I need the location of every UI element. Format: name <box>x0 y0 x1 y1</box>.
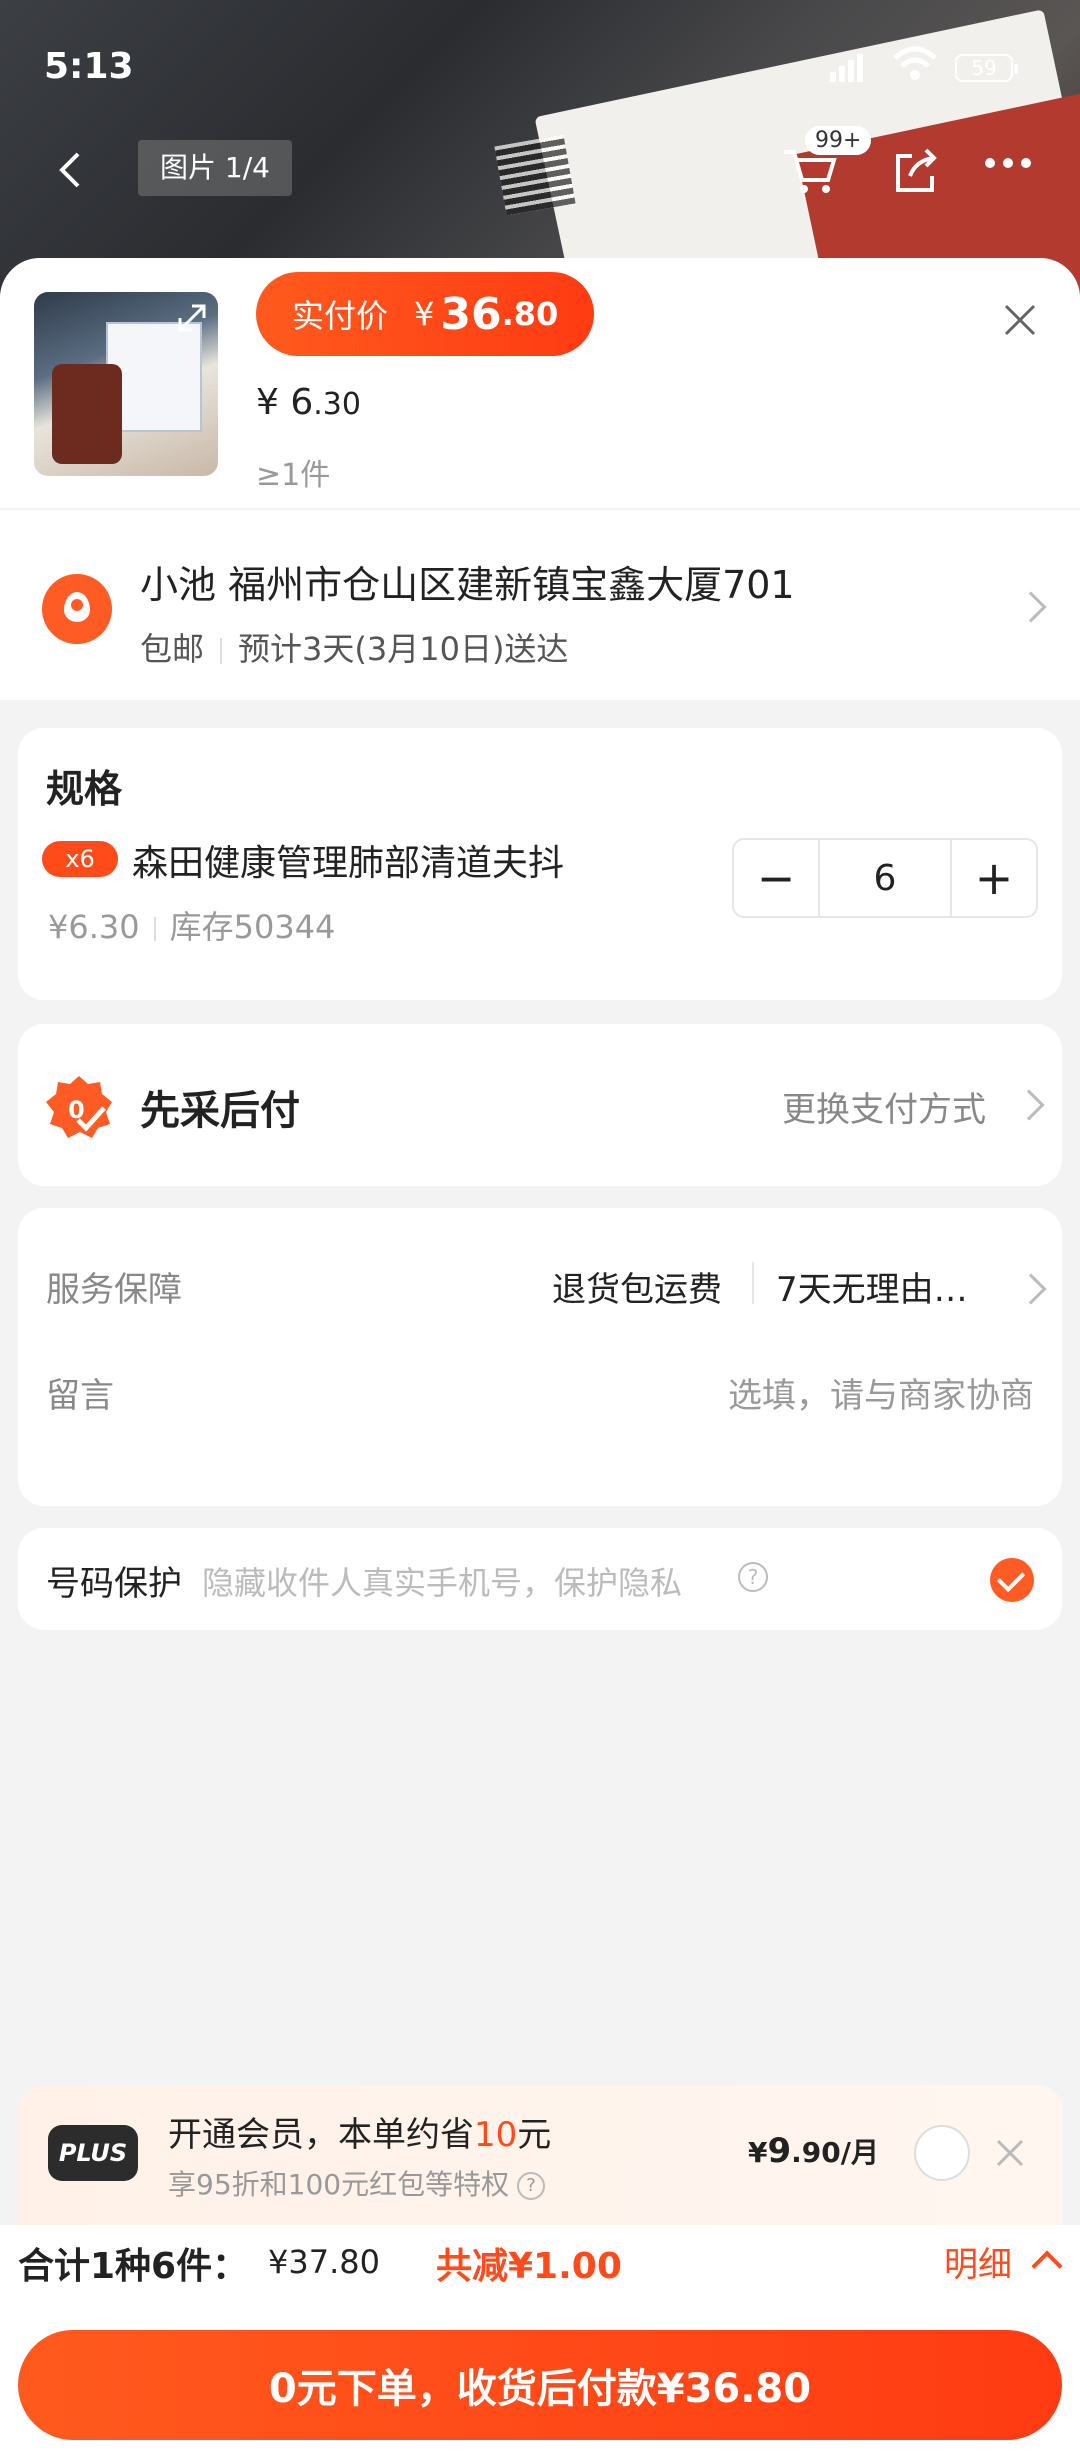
increase-button[interactable]: + <box>952 840 1036 916</box>
final-price-integer: 36 <box>440 288 502 340</box>
status-time: 5:13 <box>44 46 134 87</box>
item-count: 合计1种6件： <box>18 2246 249 2287</box>
phone-protection-hint: 隐藏收件人真实手机号，保护隐私 <box>202 1564 683 1602</box>
unit-price-integer: 6 <box>290 382 314 423</box>
plus-savings-text: 开通会员，本单约省10元 <box>168 2107 551 2156</box>
plus-savings-prefix: 开通会员，本单约省 <box>168 2115 474 2155</box>
product-image-viewer[interactable]: 5:13 59 图片 1/4 99+ <box>0 0 1080 300</box>
spec-meta: ¥6.30 库存50344 <box>48 902 335 948</box>
plus-benefits-label: 享95折和100元红包等特权 <box>168 2168 510 2201</box>
location-pin-icon <box>42 574 112 644</box>
plus-membership-banner: PLUS 开通会员，本单约省10元 享95折和100元红包等特权? ¥9.90/… <box>18 2085 1062 2225</box>
plus-savings-amount: 10 <box>474 2115 518 2155</box>
phone-protection-card: 号码保护 隐藏收件人真实手机号，保护隐私 ? <box>18 1528 1062 1630</box>
submit-order-button[interactable]: 0元下单，收货后付款¥36.80 <box>18 2330 1062 2440</box>
battery-icon: 59 <box>955 54 1018 82</box>
status-bar: 5:13 59 <box>0 40 1080 100</box>
svg-text:0: 0 <box>68 1096 85 1124</box>
signal-icon <box>830 50 863 82</box>
plus-price-currency: ¥ <box>748 2136 768 2169</box>
share-icon[interactable] <box>890 146 940 196</box>
service-return-shipping[interactable]: 退货包运费 <box>552 1262 722 1311</box>
plus-price-integer: 9 <box>767 2131 792 2171</box>
address-text: 小池 福州市仓山区建新镇宝鑫大厦701 <box>140 563 795 607</box>
plus-price-decimal: .90/月 <box>791 2136 879 2169</box>
service-guarantee-label: 服务保障 <box>46 1270 182 1310</box>
payment-method-title: 先采后付 <box>140 1088 300 1134</box>
message-input[interactable]: 选填，请与商家协商 <box>728 1368 1034 1417</box>
chevron-up-icon[interactable] <box>1031 2250 1063 2282</box>
plus-badge: PLUS <box>48 2125 138 2181</box>
product-thumbnail[interactable] <box>34 292 218 476</box>
unit-price-currency: ¥ <box>256 382 291 423</box>
viewer-nav: 图片 1/4 99+ <box>0 126 1080 200</box>
help-icon[interactable]: ? <box>517 2172 546 2200</box>
shipping-label: 包邮 <box>140 630 205 668</box>
final-price-label: 实付价 <box>292 297 389 335</box>
bottom-bar: 0元下单，收货后付款¥36.80 <box>0 2300 1080 2460</box>
spec-quantity-tag: x6 <box>42 841 118 877</box>
service-7day-return[interactable]: 7天无理由… <box>776 1262 968 1311</box>
quantity-value[interactable]: 6 <box>818 840 952 916</box>
close-icon[interactable] <box>992 2135 1028 2171</box>
spec-card: 规格 x6 森田健康管理肺部清道夫抖 ¥6.30 库存50344 − 6 + <box>18 728 1062 1000</box>
plus-select-radio[interactable] <box>914 2125 970 2181</box>
final-price-decimal: .80 <box>501 295 559 333</box>
change-payment-link[interactable]: 更换支付方式 <box>782 1082 986 1131</box>
unit-price-decimal: .30 <box>313 387 361 422</box>
chevron-right-icon <box>1015 591 1047 623</box>
plus-savings-suffix: 元 <box>517 2115 552 2155</box>
delivery-eta: 预计3天(3月10日)送达 <box>238 630 569 668</box>
chevron-right-icon <box>1015 1273 1047 1305</box>
product-summary: 实付价 ¥ 36 .80 ¥ 6.30 ≥1件 <box>0 258 1080 508</box>
service-card: 服务保障 退货包运费 7天无理由… 留言 选填，请与商家协商 <box>18 1208 1062 1506</box>
order-summary: 合计1种6件： ¥37.80 共减¥1.00 明细 <box>0 2225 1080 2300</box>
address-row[interactable]: 小池 福州市仓山区建新镇宝鑫大厦701 包邮 预计3天(3月10日)送达 <box>0 508 1080 700</box>
chevron-right-icon <box>1013 1089 1045 1121</box>
spec-stock: 库存50344 <box>169 908 336 946</box>
total-discount: 共减¥1.00 <box>436 2246 622 2287</box>
total-price: ¥37.80 <box>268 2243 380 2281</box>
message-label: 留言 <box>46 1376 114 1416</box>
image-pager: 图片 1/4 <box>138 140 292 196</box>
phone-protection-label: 号码保护 <box>46 1564 182 1604</box>
quantity-stepper: − 6 + <box>732 838 1038 918</box>
help-icon[interactable]: ? <box>738 1562 768 1592</box>
final-price-pill: 实付价 ¥ 36 .80 <box>256 272 594 356</box>
payment-method-card[interactable]: 0 先采后付 更换支付方式 <box>18 1024 1062 1186</box>
spec-heading: 规格 <box>46 767 123 811</box>
divider <box>752 1262 754 1304</box>
spec-price: ¥6.30 <box>48 908 140 946</box>
expand-icon[interactable] <box>174 300 210 336</box>
more-icon[interactable] <box>985 158 1031 168</box>
thumbnail-bottle <box>52 364 122 464</box>
minimum-quantity: ≥1件 <box>256 458 331 493</box>
close-icon[interactable] <box>998 298 1042 342</box>
phone-protection-checkbox[interactable] <box>990 1558 1034 1602</box>
detail-link[interactable]: 明细 <box>944 2237 1012 2286</box>
delivery-info: 包邮 预计3天(3月10日)送达 <box>140 624 568 670</box>
final-price-currency: ¥ <box>414 295 435 333</box>
plus-price: ¥9.90/月 <box>748 2131 879 2171</box>
pay-later-icon: 0 <box>46 1076 112 1138</box>
back-arrow-icon[interactable] <box>50 148 94 192</box>
plus-benefits-text: 享95折和100元红包等特权? <box>168 2163 546 2203</box>
cart-count-badge: 99+ <box>805 126 872 155</box>
decrease-button[interactable]: − <box>734 840 818 916</box>
unit-price: ¥ 6.30 <box>256 382 361 423</box>
wifi-icon <box>893 46 937 80</box>
spec-name[interactable]: 森田健康管理肺部清道夫抖 <box>132 834 564 886</box>
